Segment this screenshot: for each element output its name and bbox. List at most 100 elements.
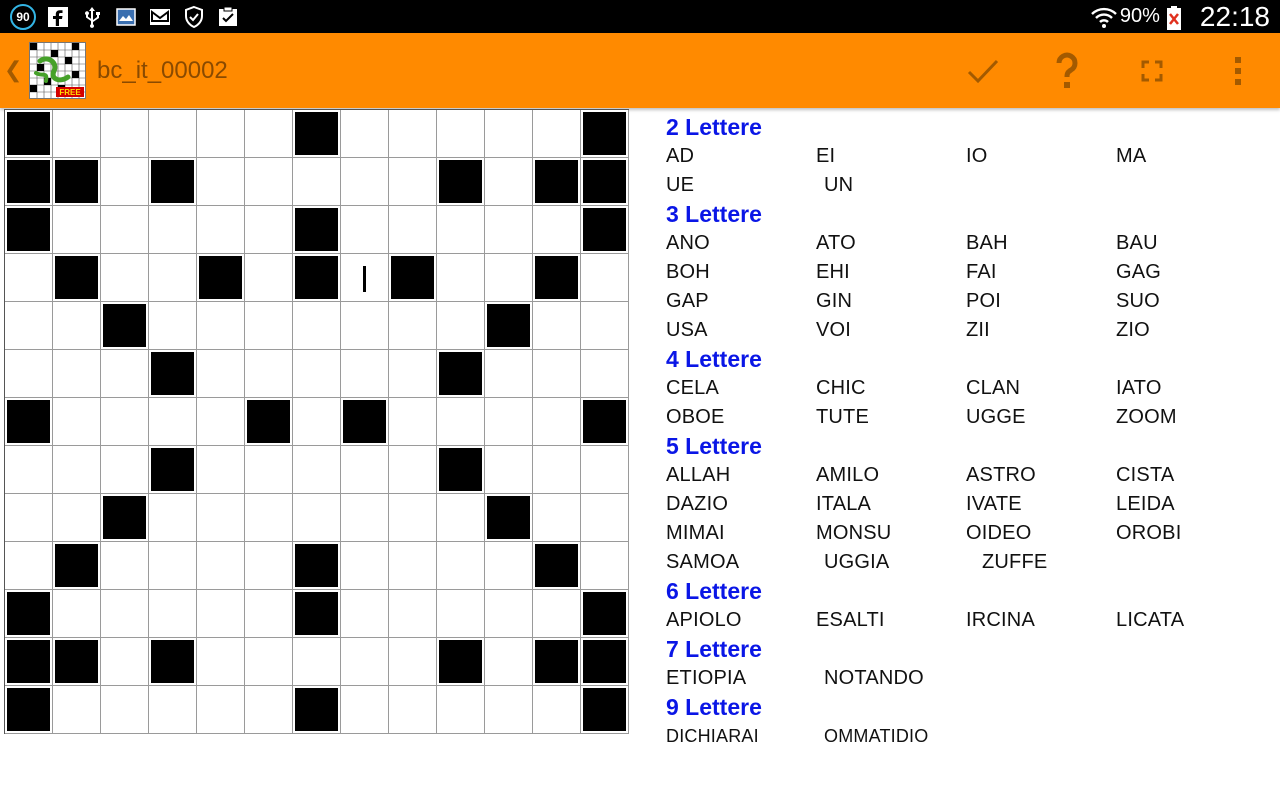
- word-entry[interactable]: DICHIARAI: [666, 726, 824, 747]
- word-entry[interactable]: AD: [666, 145, 816, 168]
- grid-cell[interactable]: [149, 206, 197, 254]
- grid-cell[interactable]: [389, 542, 437, 590]
- grid-cell[interactable]: [149, 398, 197, 446]
- grid-cell[interactable]: [581, 446, 629, 494]
- grid-cell[interactable]: [245, 254, 293, 302]
- grid-cell[interactable]: [5, 350, 53, 398]
- grid-cell[interactable]: [389, 494, 437, 542]
- grid-cell[interactable]: [581, 494, 629, 542]
- grid-cell[interactable]: [149, 494, 197, 542]
- grid-cell[interactable]: [437, 254, 485, 302]
- grid-cell[interactable]: [485, 590, 533, 638]
- grid-cell[interactable]: [149, 254, 197, 302]
- word-entry[interactable]: GAG: [1116, 261, 1266, 284]
- word-entry[interactable]: UGGE: [966, 406, 1116, 429]
- grid-cell[interactable]: [437, 686, 485, 734]
- grid-cell[interactable]: [149, 110, 197, 158]
- word-entry[interactable]: OIDEO: [966, 522, 1116, 545]
- word-entry[interactable]: NOTANDO: [824, 667, 982, 690]
- grid-cell[interactable]: [53, 302, 101, 350]
- word-entry[interactable]: OROBI: [1116, 522, 1266, 545]
- grid-cell[interactable]: [101, 110, 149, 158]
- grid-cell[interactable]: [101, 590, 149, 638]
- grid-cell[interactable]: [341, 206, 389, 254]
- grid-cell[interactable]: [389, 302, 437, 350]
- help-button[interactable]: [1041, 45, 1093, 97]
- grid-cell[interactable]: [389, 686, 437, 734]
- word-entry[interactable]: ITALA: [816, 493, 966, 516]
- grid-cell[interactable]: [533, 446, 581, 494]
- word-entry[interactable]: ETIOPIA: [666, 667, 824, 690]
- word-entry[interactable]: UN: [824, 174, 982, 197]
- grid-cell[interactable]: [389, 590, 437, 638]
- word-entry[interactable]: IO: [966, 145, 1116, 168]
- grid-cell[interactable]: [53, 686, 101, 734]
- grid-cell[interactable]: [341, 302, 389, 350]
- grid-cell[interactable]: [5, 254, 53, 302]
- grid-cell[interactable]: [485, 158, 533, 206]
- grid-cell[interactable]: [293, 398, 341, 446]
- word-entry[interactable]: SAMOA: [666, 551, 824, 574]
- up-navigation-icon[interactable]: ❮: [4, 57, 22, 83]
- word-entry[interactable]: LICATA: [1116, 609, 1266, 632]
- app-logo[interactable]: FREE: [29, 42, 86, 99]
- word-entry[interactable]: UGGIA: [824, 551, 982, 574]
- grid-cell[interactable]: [533, 494, 581, 542]
- grid-cell[interactable]: [293, 494, 341, 542]
- grid-cell[interactable]: [293, 638, 341, 686]
- word-entry[interactable]: MIMAI: [666, 522, 816, 545]
- word-entry[interactable]: CHIC: [816, 377, 966, 400]
- grid-cell[interactable]: [149, 542, 197, 590]
- grid-cell[interactable]: [533, 398, 581, 446]
- grid-cell[interactable]: [197, 206, 245, 254]
- grid-cell[interactable]: [341, 110, 389, 158]
- word-entry[interactable]: ALLAH: [666, 464, 816, 487]
- grid-cell[interactable]: [101, 638, 149, 686]
- grid-cell[interactable]: [5, 446, 53, 494]
- grid-cell[interactable]: [533, 590, 581, 638]
- word-entry[interactable]: USA: [666, 319, 816, 342]
- grid-cell[interactable]: [341, 494, 389, 542]
- grid-cell[interactable]: [581, 350, 629, 398]
- grid-cell[interactable]: [437, 590, 485, 638]
- grid-cell[interactable]: [101, 206, 149, 254]
- grid-cell[interactable]: [485, 254, 533, 302]
- word-entry[interactable]: AMILO: [816, 464, 966, 487]
- grid-cell[interactable]: [437, 206, 485, 254]
- word-entry[interactable]: POI: [966, 290, 1116, 313]
- grid-cell[interactable]: [53, 590, 101, 638]
- word-entry[interactable]: OBOE: [666, 406, 816, 429]
- grid-cell[interactable]: [341, 446, 389, 494]
- grid-cell[interactable]: [101, 350, 149, 398]
- grid-cell[interactable]: [197, 398, 245, 446]
- grid-cell-selected[interactable]: [341, 254, 389, 302]
- word-entry[interactable]: BAU: [1116, 232, 1266, 255]
- word-entry[interactable]: BOH: [666, 261, 816, 284]
- grid-cell[interactable]: [533, 110, 581, 158]
- grid-cell[interactable]: [533, 350, 581, 398]
- fullscreen-button[interactable]: [1126, 45, 1178, 97]
- grid-cell[interactable]: [389, 110, 437, 158]
- grid-cell[interactable]: [101, 446, 149, 494]
- grid-cell[interactable]: [245, 494, 293, 542]
- grid-cell[interactable]: [197, 494, 245, 542]
- grid-cell[interactable]: [5, 542, 53, 590]
- word-entry[interactable]: IVATE: [966, 493, 1116, 516]
- grid-cell[interactable]: [485, 206, 533, 254]
- word-entry[interactable]: FAI: [966, 261, 1116, 284]
- check-button[interactable]: [957, 45, 1009, 97]
- grid-cell[interactable]: [53, 350, 101, 398]
- grid-cell[interactable]: [101, 158, 149, 206]
- grid-cell[interactable]: [5, 494, 53, 542]
- word-entry[interactable]: ZOOM: [1116, 406, 1266, 429]
- word-entry[interactable]: ASTRO: [966, 464, 1116, 487]
- grid-cell[interactable]: [5, 302, 53, 350]
- grid-cell[interactable]: [341, 158, 389, 206]
- word-entry[interactable]: ZUFFE: [982, 551, 1140, 574]
- word-entry[interactable]: OMMATIDIO: [824, 726, 982, 747]
- grid-cell[interactable]: [245, 446, 293, 494]
- grid-cell[interactable]: [389, 398, 437, 446]
- grid-cell[interactable]: [437, 110, 485, 158]
- grid-cell[interactable]: [389, 350, 437, 398]
- grid-cell[interactable]: [53, 446, 101, 494]
